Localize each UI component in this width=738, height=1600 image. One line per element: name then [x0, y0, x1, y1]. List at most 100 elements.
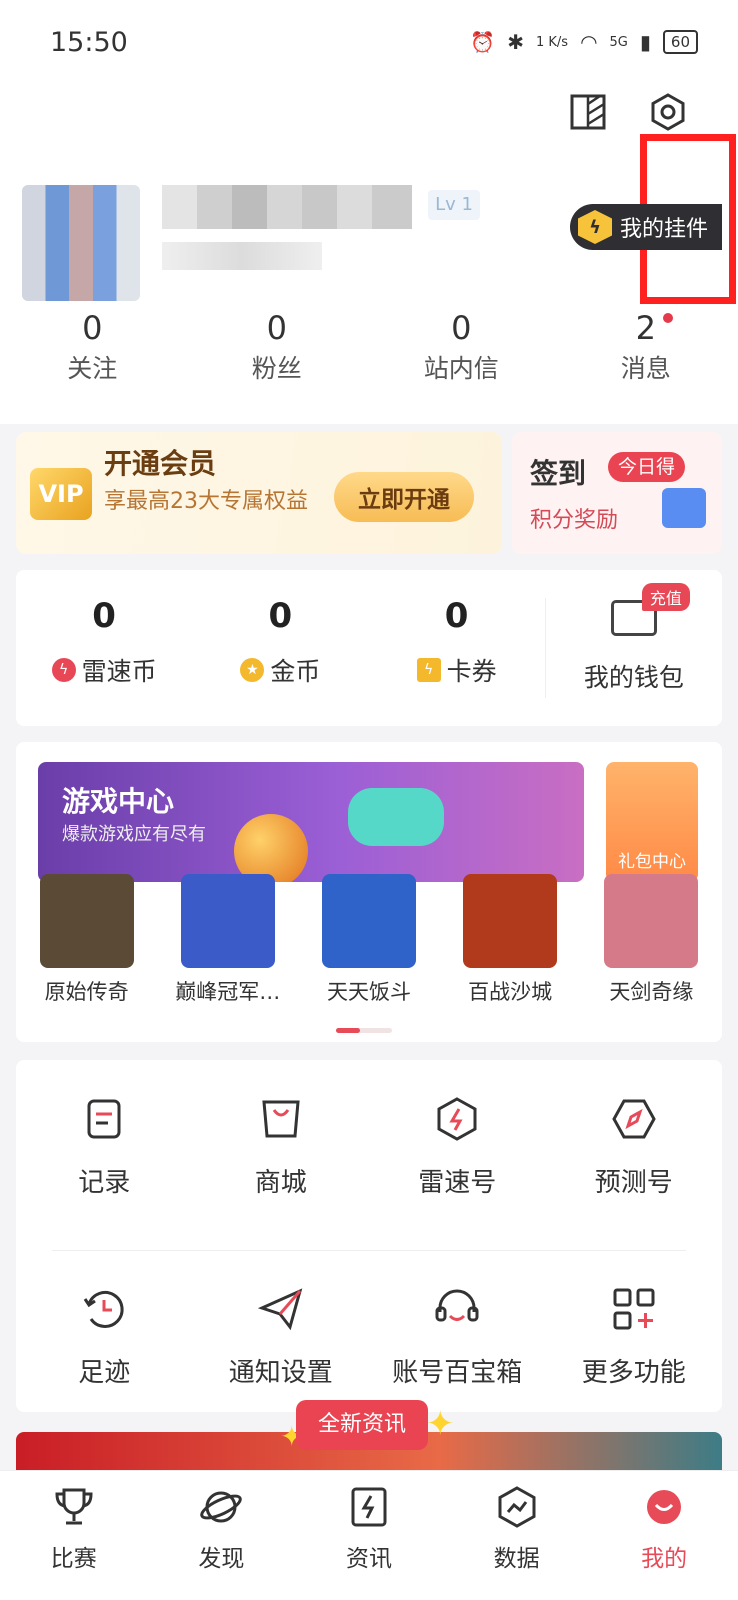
wallet-label: 雷速币: [81, 657, 157, 686]
tab-label: 我的: [641, 1546, 688, 1572]
gamepad-illustration: [348, 788, 444, 846]
game-thumbnail: [604, 874, 699, 968]
pager-active: [336, 1028, 360, 1033]
game-center-subtitle: 爆款游戏应有尽有: [62, 824, 206, 845]
battery-icon: 60: [662, 30, 698, 54]
stat-fans[interactable]: 0 粉丝: [185, 309, 370, 385]
functions-row-1: 记录 商城 雷速号 预测号: [16, 1096, 722, 1199]
func-label: 商城: [254, 1168, 307, 1198]
carousel-pager: [336, 1028, 392, 1033]
func-prediction[interactable]: 预测号: [546, 1096, 723, 1199]
game-name: 巅峰冠军…: [175, 980, 281, 1004]
game-item[interactable]: 天剑奇缘: [585, 874, 717, 1006]
planet-illustration: [234, 814, 308, 882]
user-id-blurred: [162, 242, 322, 270]
vip-description: 享最高23大专属权益: [104, 489, 308, 514]
games-row: 原始传奇 巅峰冠军… 天天饭斗 百战沙城 天剑奇缘: [16, 874, 722, 1006]
status-bar: 15:50 ⏰ ✱ 1 K/s ◠ 5G ▮ 60: [0, 0, 738, 84]
wallet-value: 0: [268, 596, 293, 636]
func-label: 更多功能: [581, 1358, 686, 1388]
game-center-banner[interactable]: 游戏中心 爆款游戏应有尽有: [38, 762, 584, 882]
settings-icon[interactable]: [648, 92, 688, 132]
gift-center-label: 礼包中心: [618, 852, 686, 872]
tab-news[interactable]: 资讯: [295, 1471, 443, 1600]
tab-matches[interactable]: 比赛: [0, 1471, 148, 1600]
func-record[interactable]: 记录: [16, 1096, 193, 1199]
tab-data[interactable]: 数据: [443, 1471, 591, 1600]
func-label: 雷速号: [418, 1168, 497, 1198]
func-more[interactable]: 更多功能: [546, 1286, 723, 1389]
func-label: 账号百宝箱: [392, 1358, 523, 1388]
vip-logo-icon: VIP: [30, 468, 92, 520]
tab-label: 资讯: [345, 1546, 392, 1572]
stat-inbox[interactable]: 0 站内信: [369, 309, 554, 385]
stat-value: 2: [635, 309, 656, 347]
game-thumbnail: [180, 874, 275, 968]
wallet-ticket[interactable]: 0 ϟ 卡券: [369, 570, 545, 726]
func-shop[interactable]: 商城: [193, 1096, 370, 1199]
stat-value: 0: [266, 309, 287, 347]
wallet-icon: 充值: [610, 583, 690, 636]
func-leisu-account[interactable]: 雷速号: [369, 1096, 546, 1199]
game-center-card: 游戏中心 爆款游戏应有尽有 礼包中心 原始传奇 巅峰冠军… 天天饭斗 百战沙城 …: [16, 742, 722, 1042]
stat-label: 站内信: [423, 354, 499, 383]
vip-card[interactable]: VIP 开通会员 享最高23大专属权益 立即开通: [16, 432, 502, 554]
stat-follow[interactable]: 0 关注: [0, 309, 185, 385]
tab-mine[interactable]: 我的: [590, 1471, 738, 1600]
shop-bag-icon: [262, 1100, 300, 1138]
stat-label: 粉丝: [251, 354, 302, 383]
tab-label: 比赛: [50, 1546, 97, 1572]
tab-label: 数据: [493, 1546, 540, 1572]
my-wallet-button[interactable]: 充值 我的钱包: [546, 570, 722, 726]
func-notification-settings[interactable]: 通知设置: [193, 1286, 370, 1389]
game-center-title: 游戏中心: [62, 785, 175, 818]
wallet-label: 金币: [270, 657, 321, 686]
game-thumbnail: [321, 874, 416, 968]
data-hex-icon: [498, 1486, 536, 1528]
func-account-toolbox[interactable]: 账号百宝箱: [369, 1286, 546, 1389]
vip-open-button[interactable]: 立即开通: [334, 472, 474, 522]
tab-label: 发现: [198, 1546, 245, 1572]
game-item[interactable]: 百战沙城: [444, 874, 576, 1006]
func-label: 记录: [78, 1168, 131, 1198]
news-pill[interactable]: 全新资讯: [296, 1400, 429, 1450]
sign-in-badge: 今日得: [608, 452, 686, 482]
game-name: 天天饭斗: [326, 980, 411, 1004]
network-type: 5G: [609, 34, 628, 50]
wallet-value: 0: [92, 596, 116, 636]
game-item[interactable]: 原始传奇: [21, 874, 153, 1006]
status-time: 15:50: [50, 26, 128, 58]
paper-plane-icon: [257, 1288, 303, 1331]
avatar[interactable]: [22, 185, 140, 301]
alarm-icon: ⏰: [470, 30, 496, 54]
level-badge: Lv 1: [428, 190, 480, 220]
game-item[interactable]: 巅峰冠军…: [162, 874, 294, 1006]
tab-discover[interactable]: 发现: [148, 1471, 296, 1600]
my-plugin-button[interactable]: ϟ 我的挂件: [570, 204, 723, 250]
compass-hex-icon: [612, 1099, 656, 1139]
stat-messages[interactable]: 2 消息: [554, 309, 738, 385]
ticket-icon: ϟ: [416, 658, 441, 682]
func-footprint[interactable]: 足迹: [16, 1286, 193, 1389]
recharge-badge: 充值: [641, 583, 690, 611]
sparkle-icon: ✦: [426, 1404, 455, 1444]
gift-center-banner[interactable]: 礼包中心: [606, 762, 698, 882]
functions-card: 记录 商城 雷速号 预测号 足迹 通知设置 账号百宝箱 更多功能: [16, 1060, 722, 1412]
stat-label: 关注: [67, 354, 118, 383]
sign-in-card[interactable]: 签到 今日得 积分奖励: [512, 432, 722, 554]
game-item[interactable]: 天天饭斗: [303, 874, 435, 1006]
game-thumbnail: [39, 874, 134, 968]
my-wallet-label: 我的钱包: [583, 663, 684, 692]
wallet-lightning-coin[interactable]: 0 ϟ 雷速币: [16, 570, 192, 726]
trophy-icon: [55, 1488, 93, 1525]
wallet-label: 卡券: [446, 657, 497, 686]
profile-face-icon: [647, 1490, 682, 1524]
wallet-gold-coin[interactable]: 0 ★ 金币: [192, 570, 368, 726]
username-blurred: [162, 185, 412, 229]
sign-in-title: 签到: [530, 457, 587, 490]
stat-value: 0: [82, 309, 103, 347]
skin-theme-icon[interactable]: [568, 92, 608, 132]
bluetooth-icon: ✱: [507, 30, 524, 54]
stat-label: 消息: [620, 354, 671, 383]
game-name: 百战沙城: [468, 980, 553, 1004]
